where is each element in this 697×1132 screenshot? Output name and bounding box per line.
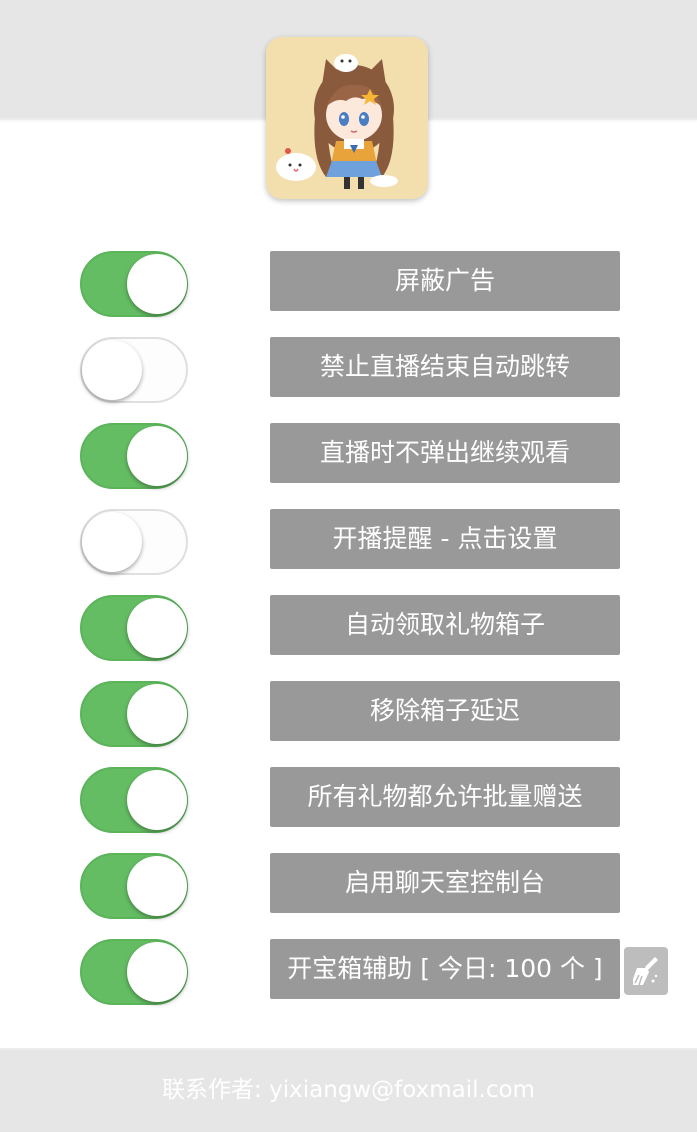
setting-row: 开播提醒 - 点击设置: [0, 509, 697, 595]
toggle-knob: [127, 684, 187, 744]
footer-contact: 联系作者: yixiangw@foxmail.com: [0, 1048, 697, 1132]
setting-label-button[interactable]: 屏蔽广告: [270, 251, 620, 311]
broom-icon: [633, 957, 658, 986]
toggle-switch[interactable]: [80, 595, 188, 661]
avatar: [266, 37, 428, 199]
setting-row: 启用聊天室控制台: [0, 853, 697, 939]
setting-row: 开宝箱辅助 [ 今日: 100 个 ]: [0, 939, 697, 1025]
anime-avatar-icon: [266, 37, 428, 199]
toggle-switch[interactable]: [80, 853, 188, 919]
toggle-switch[interactable]: [80, 251, 188, 317]
toggle-knob: [127, 254, 187, 314]
settings-list: 屏蔽广告 禁止直播结束自动跳转 直播时不弹出继续观看 开播提醒 - 点击设置 自…: [0, 251, 697, 1025]
toggle-knob: [82, 340, 142, 400]
toggle-knob: [127, 856, 187, 916]
setting-label-button[interactable]: 禁止直播结束自动跳转: [270, 337, 620, 397]
setting-row: 禁止直播结束自动跳转: [0, 337, 697, 423]
setting-label-button[interactable]: 自动领取礼物箱子: [270, 595, 620, 655]
toggle-knob: [82, 512, 142, 572]
setting-label-button[interactable]: 开播提醒 - 点击设置: [270, 509, 620, 569]
setting-row: 直播时不弹出继续观看: [0, 423, 697, 509]
setting-label-button[interactable]: 移除箱子延迟: [270, 681, 620, 741]
setting-label-button[interactable]: 启用聊天室控制台: [270, 853, 620, 913]
setting-row: 自动领取礼物箱子: [0, 595, 697, 681]
settings-page: 屏蔽广告 禁止直播结束自动跳转 直播时不弹出继续观看 开播提醒 - 点击设置 自…: [0, 0, 697, 1132]
toggle-switch[interactable]: [80, 337, 188, 403]
setting-row: 屏蔽广告: [0, 251, 697, 337]
toggle-switch[interactable]: [80, 939, 188, 1005]
setting-label-button[interactable]: 所有礼物都允许批量赠送: [270, 767, 620, 827]
toggle-switch[interactable]: [80, 681, 188, 747]
toggle-switch[interactable]: [80, 423, 188, 489]
toggle-knob: [127, 598, 187, 658]
setting-row: 移除箱子延迟: [0, 681, 697, 767]
toggle-knob: [127, 426, 187, 486]
toggle-knob: [127, 942, 187, 1002]
toggle-knob: [127, 770, 187, 830]
toggle-switch[interactable]: [80, 509, 188, 575]
clear-count-button[interactable]: [624, 947, 668, 995]
setting-label-button[interactable]: 开宝箱辅助 [ 今日: 100 个 ]: [270, 939, 620, 999]
setting-row: 所有礼物都允许批量赠送: [0, 767, 697, 853]
setting-label-button[interactable]: 直播时不弹出继续观看: [270, 423, 620, 483]
toggle-switch[interactable]: [80, 767, 188, 833]
